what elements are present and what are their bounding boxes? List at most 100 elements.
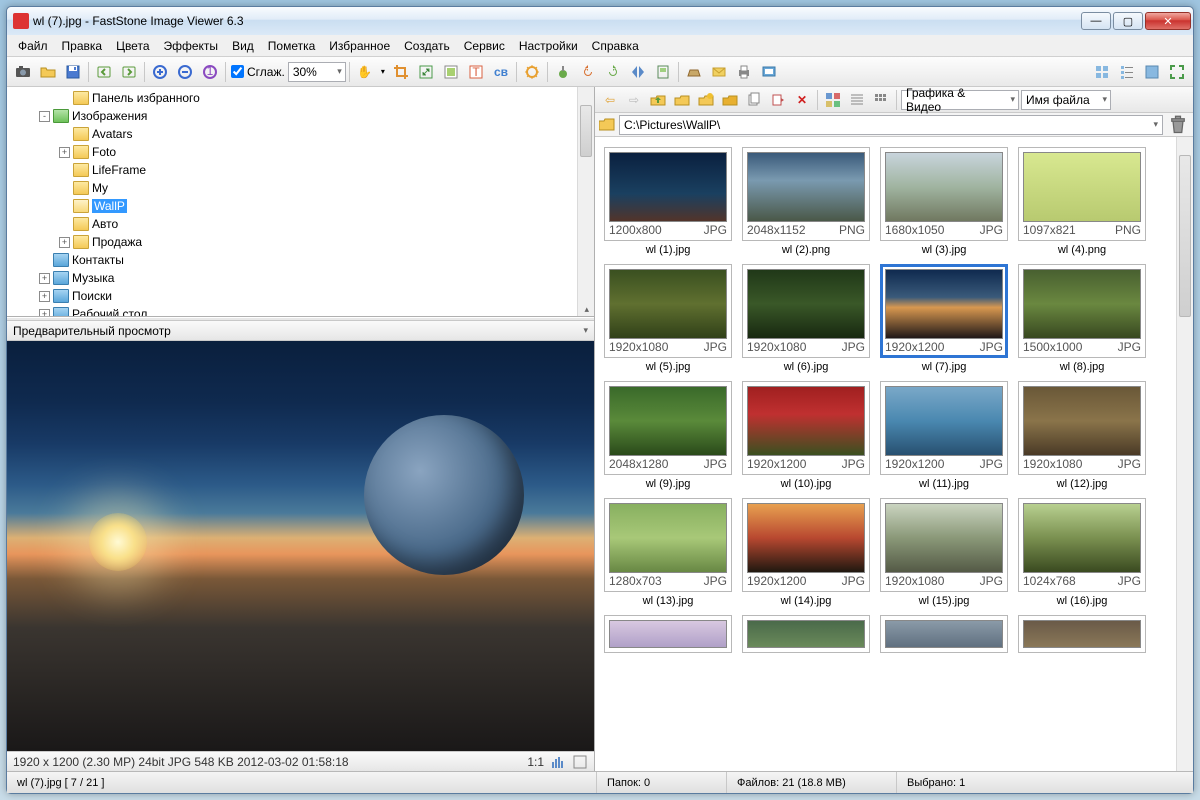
preview-pane[interactable] xyxy=(7,341,594,751)
expand-icon[interactable]: + xyxy=(39,309,50,318)
wallpaper-icon[interactable] xyxy=(757,60,781,84)
view-large-icon[interactable] xyxy=(822,89,844,111)
thumb-wl (16).jpg[interactable]: 1024x768JPGwl (16).jpg xyxy=(1017,498,1147,611)
redeye-icon[interactable] xyxy=(551,60,575,84)
collapse-preview-icon[interactable]: ▾ xyxy=(583,325,588,336)
forward-icon[interactable] xyxy=(117,60,141,84)
thumbs-scrollbar[interactable] xyxy=(1176,137,1193,771)
menu-эффекты[interactable]: Эффекты xyxy=(157,37,226,55)
back-icon[interactable] xyxy=(92,60,116,84)
tree-item-Авто[interactable]: Авто xyxy=(7,215,594,233)
expand-icon[interactable]: - xyxy=(39,111,50,122)
expand-icon[interactable]: + xyxy=(39,273,50,284)
sort-combo[interactable]: Имя файла xyxy=(1021,90,1111,110)
print-icon[interactable] xyxy=(732,60,756,84)
thumb-partial-16[interactable] xyxy=(603,615,733,653)
tree-item-My[interactable]: My xyxy=(7,179,594,197)
thumb-wl (8).jpg[interactable]: 1500x1000JPGwl (8).jpg xyxy=(1017,264,1147,377)
email-icon[interactable] xyxy=(707,60,731,84)
view-single-icon[interactable] xyxy=(1140,60,1164,84)
trash-icon[interactable] xyxy=(1167,114,1189,136)
folder-tree[interactable]: Панель избранного-ИзображенияAvatars+Fot… xyxy=(7,87,594,317)
view-list2-icon[interactable] xyxy=(846,89,868,111)
tree-item-Контакты[interactable]: Контакты xyxy=(7,251,594,269)
canvas-icon[interactable] xyxy=(439,60,463,84)
thumb-wl (12).jpg[interactable]: 1920x1080JPGwl (12).jpg xyxy=(1017,381,1147,494)
histogram-icon[interactable] xyxy=(550,754,566,770)
scan-icon[interactable] xyxy=(682,60,706,84)
smooth-checkbox[interactable]: Сглаж. xyxy=(231,65,285,79)
thumb-wl (13).jpg[interactable]: 1280x703JPGwl (13).jpg xyxy=(603,498,733,611)
hand-dropdown-icon[interactable]: ▾ xyxy=(378,60,388,84)
zoom-ratio[interactable]: 1:1 xyxy=(527,755,544,769)
menu-создать[interactable]: Создать xyxy=(397,37,457,55)
nav-copy-icon[interactable] xyxy=(743,89,765,111)
text-icon[interactable]: T xyxy=(464,60,488,84)
thumb-wl (2).png[interactable]: 2048x1152PNGwl (2).png xyxy=(741,147,871,260)
tree-item-WallP[interactable]: WallP xyxy=(7,197,594,215)
zoom-combo[interactable]: 30% xyxy=(288,62,346,82)
thumb-wl (6).jpg[interactable]: 1920x1080JPGwl (6).jpg xyxy=(741,264,871,377)
thumb-wl (7).jpg[interactable]: 1920x1200JPGwl (7).jpg xyxy=(879,264,1009,377)
open-icon[interactable] xyxy=(36,60,60,84)
nav-forward-icon[interactable]: ⇨ xyxy=(623,89,645,111)
thumb-wl (14).jpg[interactable]: 1920x1200JPGwl (14).jpg xyxy=(741,498,871,611)
resize-icon[interactable] xyxy=(414,60,438,84)
nav-back-icon[interactable]: ⇦ xyxy=(599,89,621,111)
menu-избранное[interactable]: Избранное xyxy=(322,37,397,55)
menu-вид[interactable]: Вид xyxy=(225,37,261,55)
adjust-icon[interactable] xyxy=(520,60,544,84)
thumb-wl (4).png[interactable]: 1097x821PNGwl (4).png xyxy=(1017,147,1147,260)
tree-item-Продажа[interactable]: +Продажа xyxy=(7,233,594,251)
rotate-left-icon[interactable] xyxy=(576,60,600,84)
tree-item-Музыка[interactable]: +Музыка xyxy=(7,269,594,287)
view-details-icon[interactable] xyxy=(1115,60,1139,84)
save-icon[interactable] xyxy=(61,60,85,84)
expand-icon[interactable]: + xyxy=(59,237,70,248)
fit-icon[interactable] xyxy=(572,754,588,770)
flip-v-icon[interactable] xyxy=(651,60,675,84)
h-splitter[interactable] xyxy=(7,317,594,321)
tree-item-Поиски[interactable]: +Поиски xyxy=(7,287,594,305)
tree-item-Панель избранного[interactable]: Панель избранного xyxy=(7,89,594,107)
thumb-wl (1).jpg[interactable]: 1200x800JPGwl (1).jpg xyxy=(603,147,733,260)
fullscreen-icon[interactable] xyxy=(1165,60,1189,84)
clone-icon[interactable]: св xyxy=(489,60,513,84)
crop-icon[interactable] xyxy=(389,60,413,84)
thumbnail-pane[interactable]: 1200x800JPGwl (1).jpg2048x1152PNGwl (2).… xyxy=(595,137,1193,771)
flip-h-icon[interactable] xyxy=(626,60,650,84)
menu-цвета[interactable]: Цвета xyxy=(109,37,156,55)
menu-правка[interactable]: Правка xyxy=(55,37,110,55)
zoom-in-icon[interactable] xyxy=(148,60,172,84)
rotate-right-icon[interactable] xyxy=(601,60,625,84)
nav-delete-icon[interactable]: ✕ xyxy=(791,89,813,111)
thumb-wl (15).jpg[interactable]: 1920x1080JPGwl (15).jpg xyxy=(879,498,1009,611)
nav-newfolder-icon[interactable] xyxy=(695,89,717,111)
tree-item-Foto[interactable]: +Foto xyxy=(7,143,594,161)
hand-icon[interactable]: ✋ xyxy=(353,60,377,84)
thumb-wl (3).jpg[interactable]: 1680x1050JPGwl (3).jpg xyxy=(879,147,1009,260)
tree-item-LifeFrame[interactable]: LifeFrame xyxy=(7,161,594,179)
filter-combo[interactable]: Графика & Видео xyxy=(901,90,1019,110)
zoom-actual-icon[interactable]: 1 xyxy=(198,60,222,84)
close-button[interactable]: ✕ xyxy=(1145,12,1191,30)
thumb-partial-17[interactable] xyxy=(741,615,871,653)
menu-настройки[interactable]: Настройки xyxy=(512,37,585,55)
path-input[interactable]: C:\Pictures\WallP\ xyxy=(619,115,1163,135)
thumb-partial-19[interactable] xyxy=(1017,615,1147,653)
tree-item-Avatars[interactable]: Avatars xyxy=(7,125,594,143)
menu-пометка[interactable]: Пометка xyxy=(261,37,323,55)
nav-refresh-icon[interactable] xyxy=(671,89,693,111)
tree-scrollbar[interactable] xyxy=(577,87,594,316)
menu-файл[interactable]: Файл xyxy=(11,37,55,55)
zoom-out-icon[interactable] xyxy=(173,60,197,84)
expand-icon[interactable]: + xyxy=(59,147,70,158)
nav-up-icon[interactable] xyxy=(647,89,669,111)
tree-item-Рабочий стол[interactable]: +Рабочий стол xyxy=(7,305,594,317)
tree-item-Изображения[interactable]: -Изображения xyxy=(7,107,594,125)
nav-move-icon[interactable] xyxy=(767,89,789,111)
thumb-partial-18[interactable] xyxy=(879,615,1009,653)
view-thumbs-icon[interactable] xyxy=(1090,60,1114,84)
thumb-wl (5).jpg[interactable]: 1920x1080JPGwl (5).jpg xyxy=(603,264,733,377)
menu-сервис[interactable]: Сервис xyxy=(457,37,512,55)
